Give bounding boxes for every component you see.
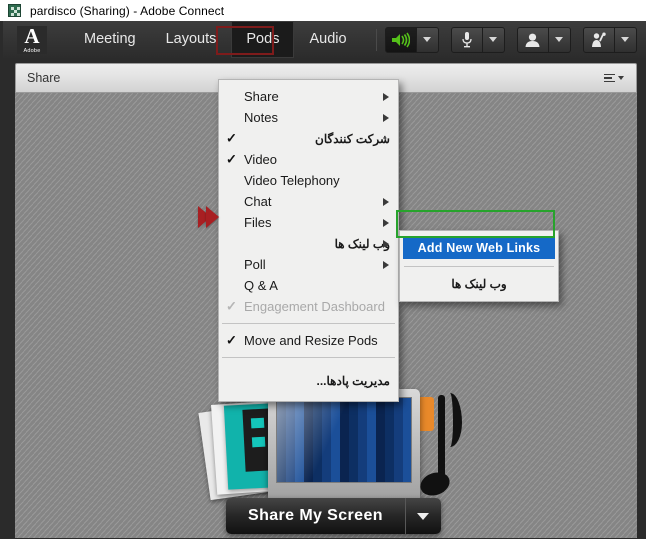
window-title: pardisco (Sharing) - Adobe Connect — [30, 3, 225, 18]
pods-menu-item-chat[interactable]: Chat — [219, 191, 398, 212]
adobe-logo-wordmark: Adobe — [23, 47, 41, 54]
chevron-down-icon — [489, 37, 498, 42]
pods-menu-label: Move and Resize Pods — [244, 333, 378, 348]
chevron-down-icon — [621, 37, 630, 42]
pods-menu-item-engagement-dashboard: ✓ Engagement Dashboard — [219, 296, 398, 317]
menu-item-layouts[interactable]: Layouts — [151, 21, 232, 58]
submenu-arrow-icon — [383, 92, 389, 101]
share-my-screen-button[interactable]: Share My Screen — [226, 498, 405, 534]
speaker-button[interactable] — [384, 26, 417, 53]
pods-menu-label: Engagement Dashboard — [244, 299, 385, 314]
menu-spacer — [219, 391, 398, 397]
pods-menu-label: Q & A — [244, 278, 278, 293]
pods-menu-item-qa[interactable]: Q & A — [219, 275, 398, 296]
pods-menu-item-move-resize-pods[interactable]: ✓ Move and Resize Pods — [219, 330, 398, 351]
pod-options-button[interactable] — [604, 73, 624, 83]
chevron-down-icon — [555, 37, 564, 42]
speaker-dropdown-button[interactable] — [416, 26, 439, 53]
microphone-button[interactable] — [450, 26, 483, 53]
pods-menu-label: Share — [244, 89, 279, 104]
speaker-control — [384, 26, 439, 53]
microphone-dropdown-button[interactable] — [482, 26, 505, 53]
pods-dropdown-menu: Share Notes ✓ شرکت کنندگان ✓ Video Video… — [218, 79, 399, 402]
app-window-icon — [8, 4, 21, 17]
menu-separator — [404, 266, 554, 267]
webcam-control — [516, 26, 571, 53]
adobe-logo-mark: A — [24, 23, 40, 48]
pods-menu-item-participants[interactable]: ✓ شرکت کنندگان — [219, 128, 398, 149]
menu-separator — [222, 323, 395, 324]
submenu-arrow-icon — [383, 218, 389, 227]
web-links-submenu: Add New Web Links وب لینک ها — [399, 230, 559, 302]
menu-item-pods[interactable]: Pods — [231, 21, 295, 58]
raise-hand-button[interactable] — [582, 26, 615, 53]
share-my-screen-dropdown-button[interactable] — [404, 498, 441, 534]
pods-menu-label: وب لینک ها — [334, 236, 390, 251]
pods-menu-item-manage-pods[interactable]: مدیریت پادها... — [219, 370, 398, 391]
checkmark-icon: ✓ — [226, 151, 237, 167]
submenu-arrow-icon — [383, 197, 389, 206]
pods-menu-item-web-links[interactable]: وب لینک ها — [219, 233, 398, 254]
checkmark-icon: ✓ — [226, 332, 237, 348]
monitor-icon — [268, 389, 420, 519]
speaker-icon — [392, 32, 411, 47]
pods-menu-label: Poll — [244, 257, 266, 272]
pods-menu-label: Video — [244, 152, 278, 167]
pods-menu-item-share[interactable]: Share — [219, 86, 398, 107]
av-controls-group — [384, 26, 637, 53]
monitor-screen-icon — [276, 397, 412, 483]
adobe-connect-window: pardisco (Sharing) - Adobe Connect A Ado… — [0, 0, 646, 539]
submenu-item-add-new-web-links[interactable]: Add New Web Links — [403, 237, 555, 259]
pods-menu-item-files[interactable]: Files — [219, 212, 398, 233]
menu-item-audio[interactable]: Audio — [294, 21, 361, 58]
raise-hand-dropdown-button[interactable] — [614, 26, 637, 53]
raise-hand-icon — [591, 32, 606, 47]
submenu-arrow-icon — [383, 260, 389, 269]
submenu-arrow-icon — [383, 239, 389, 248]
chevron-down-icon — [417, 512, 430, 520]
pods-menu-label: Chat — [244, 194, 272, 209]
os-title-bar: pardisco (Sharing) - Adobe Connect — [0, 0, 646, 21]
pods-menu-item-video-telephony[interactable]: Video Telephony — [219, 170, 398, 191]
menu-separator — [222, 357, 395, 358]
webcam-button[interactable] — [516, 26, 549, 53]
submenu-arrow-icon — [383, 113, 389, 122]
share-my-screen-control: Share My Screen — [226, 498, 441, 534]
main-menu-bar: A Adobe Meeting Layouts Pods Audio — [3, 21, 646, 58]
hamburger-menu-icon — [604, 73, 615, 83]
pods-menu-label: Video Telephony — [244, 173, 340, 188]
share-pod-title: Share — [27, 71, 61, 85]
menu-item-meeting[interactable]: Meeting — [69, 21, 151, 58]
menu-item-list: Meeting Layouts Pods Audio — [69, 21, 362, 58]
webcam-icon — [525, 33, 540, 47]
chevron-down-icon — [618, 76, 624, 80]
microphone-icon — [461, 32, 472, 48]
pods-menu-label: مدیریت پادها... — [316, 373, 390, 388]
microphone-control — [450, 26, 505, 53]
webcam-dropdown-button[interactable] — [548, 26, 571, 53]
pods-menu-item-notes[interactable]: Notes — [219, 107, 398, 128]
submenu-item-existing-web-links[interactable]: وب لینک ها — [400, 272, 558, 296]
checkmark-icon: ✓ — [226, 298, 237, 314]
raise-hand-control — [582, 26, 637, 53]
submenu-highlight-wrapper: Add New Web Links — [400, 235, 558, 261]
menu-bar-divider — [375, 28, 377, 51]
music-note-icon — [408, 391, 462, 511]
pods-menu-label: شرکت کنندگان — [315, 131, 390, 146]
adobe-logo-icon: A Adobe — [17, 23, 47, 54]
checkmark-icon: ✓ — [226, 130, 237, 146]
chevron-down-icon — [423, 37, 432, 42]
application-frame: A Adobe Meeting Layouts Pods Audio Share… — [0, 21, 646, 539]
pods-menu-label: Notes — [244, 110, 278, 125]
pods-menu-label: Files — [244, 215, 272, 230]
pods-menu-item-poll[interactable]: Poll — [219, 254, 398, 275]
pods-menu-item-video[interactable]: ✓ Video — [219, 149, 398, 170]
